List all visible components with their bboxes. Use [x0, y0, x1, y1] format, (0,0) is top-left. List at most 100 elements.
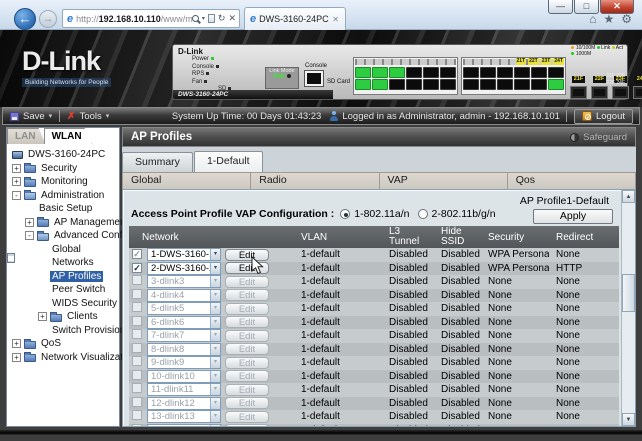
network-select[interactable]: 2-DWS-3160-2▾: [147, 262, 221, 275]
stop-icon[interactable]: ✕: [228, 13, 236, 24]
tree-item-global[interactable]: Global: [10, 243, 119, 257]
forward-button[interactable]: →: [39, 10, 57, 28]
row-checkbox[interactable]: [132, 356, 142, 366]
scroll-up-icon[interactable]: ▲: [622, 190, 635, 203]
expand-icon[interactable]: +: [38, 312, 47, 321]
tree-item-security[interactable]: +Security: [10, 162, 119, 176]
faceplate-brand: D-Link: [178, 47, 265, 56]
tree-item-ap-management[interactable]: +AP Management: [10, 216, 119, 230]
subtab-qos[interactable]: Qos: [508, 173, 635, 189]
browser-tab[interactable]: e DWS-3160-24PC ✕: [244, 7, 346, 30]
address-bar[interactable]: e http://192.168.10.110/www/main.html ▾ …: [62, 9, 240, 28]
row-checkbox[interactable]: [132, 329, 142, 339]
tree-item-clients[interactable]: +Clients: [10, 310, 119, 324]
rj45-port: [440, 67, 456, 78]
row-checkbox[interactable]: [132, 397, 142, 407]
hide-ssid-value: Disabled: [429, 263, 481, 274]
port-chip-23t: 23T: [541, 58, 552, 65]
minimize-button[interactable]: —: [548, 0, 573, 14]
expand-icon[interactable]: +: [12, 353, 21, 362]
row-checkbox[interactable]: ✓: [132, 263, 142, 273]
apply-button[interactable]: Apply: [533, 209, 613, 224]
row-checkbox[interactable]: [132, 424, 142, 427]
tree-item-ap-profiles[interactable]: AP Profiles: [10, 270, 119, 284]
tree-item-qos[interactable]: +QoS: [10, 337, 119, 351]
save-menu[interactable]: Save ▾: [3, 111, 59, 122]
expand-icon[interactable]: +: [12, 339, 21, 348]
scrollbar-thumb[interactable]: [622, 274, 635, 312]
row-checkbox[interactable]: [132, 316, 142, 326]
network-select[interactable]: 5-dlink5▾: [147, 302, 221, 315]
network-select[interactable]: 11-dlink11▾: [147, 383, 221, 396]
subtab-vap[interactable]: VAP: [380, 173, 508, 189]
row-checkbox[interactable]: [132, 410, 142, 420]
tree-item-network-visualization[interactable]: +Network Visualization: [10, 351, 119, 365]
network-select[interactable]: 8-dlink8▾: [147, 343, 221, 356]
network-select[interactable]: 1-DWS-3160-1▾: [147, 248, 221, 261]
home-icon[interactable]: ⌂: [589, 12, 596, 26]
tree-item-dws-3160-24pc[interactable]: DWS-3160-24PC: [10, 148, 119, 162]
tree-item-networks[interactable]: Networks: [10, 256, 119, 270]
tree-item-basic-setup[interactable]: Basic Setup: [10, 202, 119, 216]
row-checkbox[interactable]: [132, 343, 142, 353]
collapse-icon[interactable]: -: [12, 191, 21, 200]
row-checkbox[interactable]: [132, 289, 142, 299]
network-select[interactable]: 10-dlink10▾: [147, 370, 221, 383]
tools-menu[interactable]: ✗ Tools ▾: [60, 111, 116, 122]
subtab-radio[interactable]: Radio: [251, 173, 379, 189]
back-button[interactable]: ←: [14, 8, 36, 30]
network-select[interactable]: 3-dlink3▾: [147, 275, 221, 288]
sidebar-tab-lan[interactable]: LAN: [7, 128, 46, 144]
network-select[interactable]: 12-dlink12▾: [147, 397, 221, 410]
search-icon[interactable]: [192, 15, 199, 22]
vertical-scrollbar[interactable]: ▲ ▼: [621, 190, 635, 426]
row-checkbox[interactable]: [132, 383, 142, 393]
tree-item-switch-provisioning[interactable]: Switch Provisioning: [10, 324, 119, 338]
network-select-value: 7-dlink7: [148, 330, 210, 341]
collapse-icon[interactable]: -: [25, 231, 34, 240]
tree-item-wids-security[interactable]: WIDS Security: [10, 297, 119, 311]
radio-2-802-11b-g-n[interactable]: [418, 209, 428, 219]
refresh-icon[interactable]: ↻: [218, 13, 226, 24]
radio-1-802-11a-n[interactable]: [340, 209, 350, 219]
scroll-down-icon[interactable]: ▼: [622, 413, 635, 426]
network-select-value: 4-dlink4: [148, 290, 210, 301]
tab-1-default[interactable]: 1-Default: [194, 151, 263, 172]
compatibility-icon[interactable]: [208, 14, 215, 23]
tree-item-peer-switch[interactable]: Peer Switch: [10, 283, 119, 297]
sidebar-tab-wlan[interactable]: WLAN: [44, 128, 92, 144]
network-select[interactable]: 6-dlink6▾: [147, 316, 221, 329]
url-text[interactable]: http://192.168.10.110/www/main.html: [76, 14, 192, 24]
tree-item-administration[interactable]: -Administration: [10, 189, 119, 203]
expand-icon[interactable]: +: [12, 177, 21, 186]
settings-gear-icon[interactable]: ⚙: [621, 12, 632, 26]
logout-button[interactable]: Logout: [574, 109, 633, 124]
favorites-star-icon[interactable]: ★: [603, 12, 614, 26]
edit-button: Edit: [225, 397, 269, 409]
tab-summary[interactable]: Summary: [122, 152, 193, 172]
redirect-value: None: [549, 371, 619, 382]
subtab-global[interactable]: Global: [123, 173, 251, 189]
page-icon: [7, 253, 15, 263]
expand-icon[interactable]: +: [25, 218, 34, 227]
tree-item-advanced-configuration[interactable]: -Advanced Configuration: [10, 229, 119, 243]
rj45-port: [423, 67, 439, 78]
tab-title[interactable]: DWS-3160-24PC: [259, 14, 330, 24]
redirect-value: None: [549, 344, 619, 355]
network-cell: 5-dlink5▾: [147, 302, 223, 315]
tab-close-icon[interactable]: ✕: [330, 15, 341, 24]
network-select[interactable]: 9-dlink9▾: [147, 356, 221, 369]
row-checkbox[interactable]: [132, 370, 142, 380]
page-bottom-bar: [0, 430, 642, 435]
row-checkbox[interactable]: ✓: [132, 249, 142, 259]
tree-item-monitoring[interactable]: +Monitoring: [10, 175, 119, 189]
network-select[interactable]: 14-dlink14▾: [147, 424, 221, 427]
expand-icon[interactable]: +: [12, 164, 21, 173]
search-dropdown-icon[interactable]: ▾: [202, 15, 205, 22]
port-legend: 10/100M Link Act 1000M: [571, 45, 623, 57]
row-checkbox[interactable]: [132, 275, 142, 285]
network-select[interactable]: 7-dlink7▾: [147, 329, 221, 342]
row-checkbox[interactable]: [132, 302, 142, 312]
network-select[interactable]: 4-dlink4▾: [147, 289, 221, 302]
network-select[interactable]: 13-dlink13▾: [147, 410, 221, 423]
